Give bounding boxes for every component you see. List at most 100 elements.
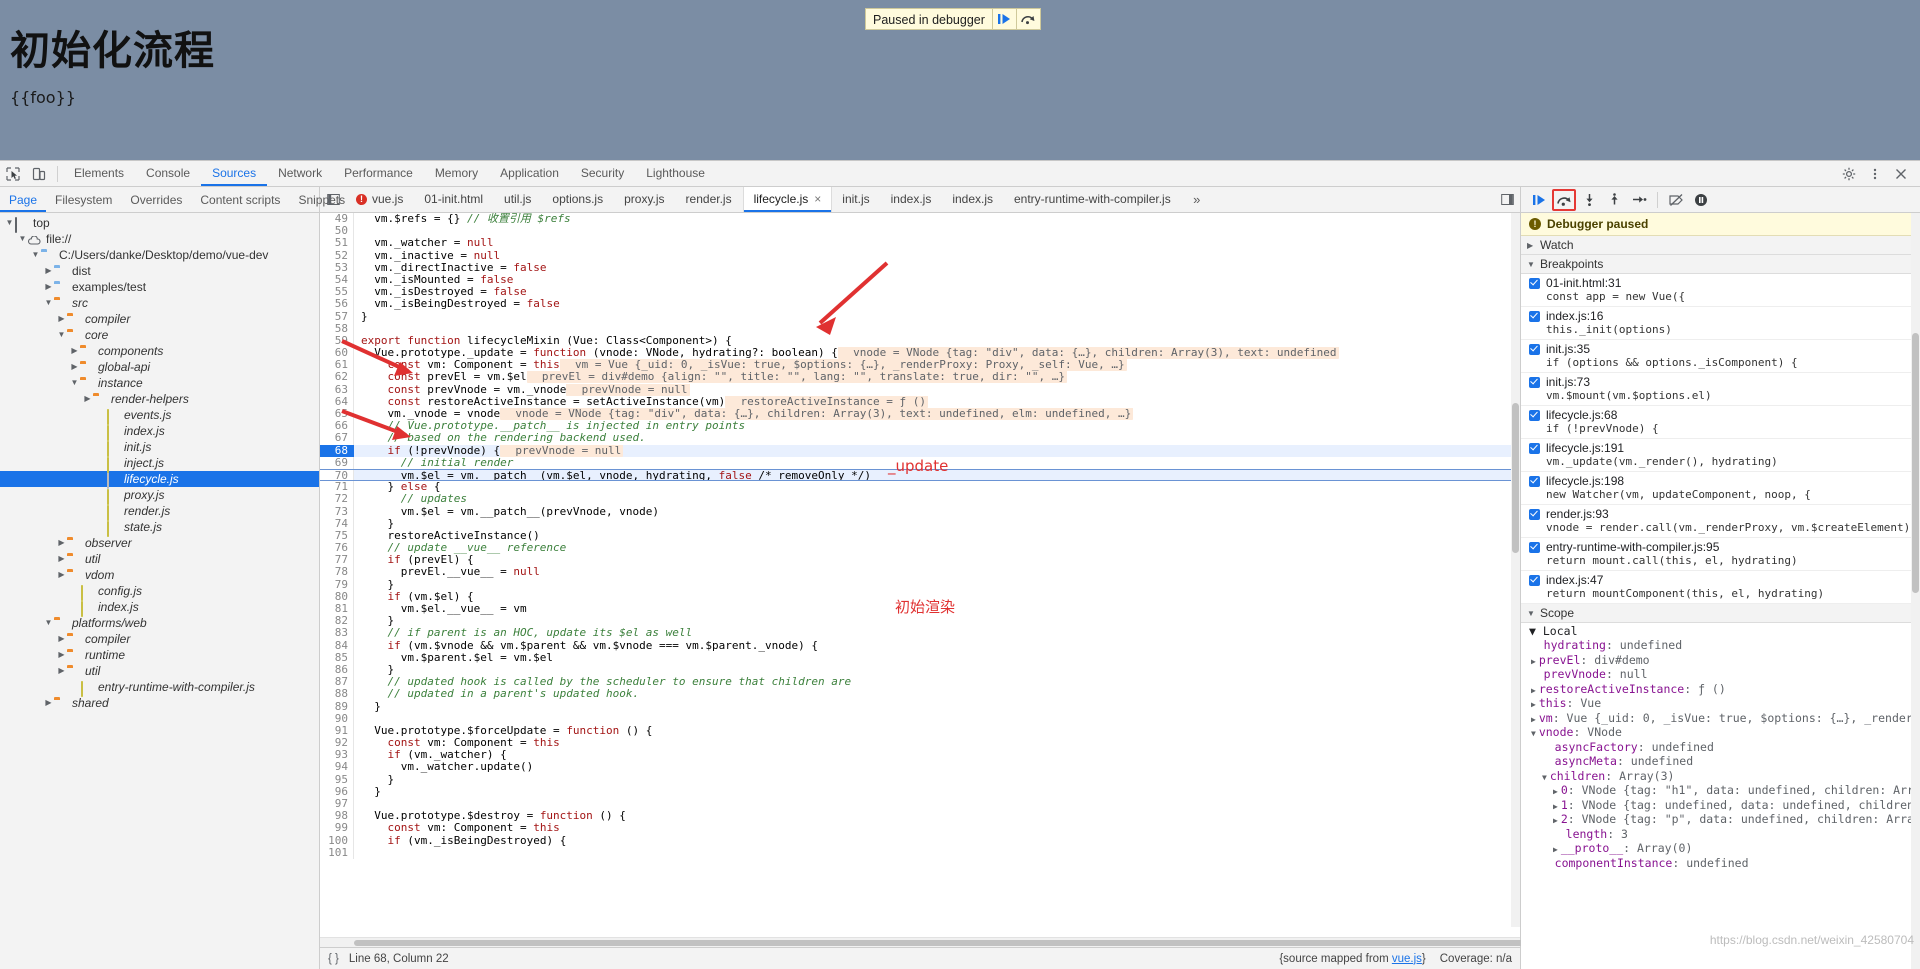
line-number[interactable]: 95 [320,773,354,786]
code-line[interactable]: 84 if (vm.$vnode && vm.$parent && vm.$vn… [320,639,1520,652]
tree-item-shared[interactable]: ▶ shared [0,695,319,711]
breakpoint-checkbox[interactable] [1529,475,1540,487]
tree-item-events-js[interactable]: events.js [0,407,319,425]
code-line[interactable]: 96 } [320,785,1520,798]
tab-security[interactable]: Security [570,161,635,186]
editor-tab-01-init-html[interactable]: 01-init.html [414,187,494,212]
editor-tab-entry-runtime-with-compiler-js[interactable]: entry-runtime-with-compiler.js [1004,187,1182,212]
tab-network[interactable]: Network [267,161,333,186]
code-editor[interactable]: 49 vm.$refs = {} // 收置引用 $refs 50 51 vm._… [320,213,1520,937]
code-line[interactable]: 92 const vm: Component = this [320,736,1520,750]
nav-tab-page[interactable]: Page [0,188,46,212]
code-line[interactable]: 72 // updates [320,493,1520,506]
more-options-button[interactable] [1862,162,1888,186]
chevron-right-icon[interactable]: ▶ [56,567,67,583]
chevron-right-icon[interactable]: ▶ [1531,715,1536,724]
code-line[interactable]: 82 } [320,614,1520,628]
breakpoint-item[interactable]: entry-runtime-with-compiler.js:95 return … [1521,538,1920,571]
tab-memory[interactable]: Memory [424,161,489,186]
code-line[interactable]: 74 } [320,517,1520,530]
scope-row[interactable]: ▶ this: Vue [1521,697,1920,712]
tree-item-components[interactable]: ▶ components [0,343,319,359]
tab-elements[interactable]: Elements [63,161,135,186]
code-line[interactable]: 60 Vue.prototype._update = function (vno… [320,346,1520,360]
code-line[interactable]: 83 // if parent is an HOC, update its $e… [320,627,1520,640]
inspect-element-button[interactable] [0,162,26,186]
code-line[interactable]: 59 export function lifecycleMixin (Vue: C… [320,334,1520,348]
breakpoint-item[interactable]: lifecycle.js:191 vm._update(vm._render(),… [1521,439,1920,472]
tree-item-vdom[interactable]: ▶ vdom [0,567,319,583]
code-line[interactable]: 50 [320,224,1520,238]
code-line[interactable]: 77 if (prevEl) { [320,554,1520,567]
code-line[interactable]: 87 // updated hook is called by the sche… [320,675,1520,689]
chevron-down-icon[interactable]: ▼ [30,247,41,263]
line-number[interactable]: 89 [320,700,354,713]
step-into-button[interactable] [1577,189,1601,211]
scope-row[interactable]: ▶ 0: VNode {tag: "h1", data: undefined, c… [1521,784,1920,799]
chevron-right-icon[interactable]: ▶ [43,695,54,711]
scope-row[interactable]: asyncFactory: undefined [1521,741,1920,756]
breakpoint-checkbox[interactable] [1529,409,1540,421]
editor-tab-proxy-js[interactable]: proxy.js [614,187,675,212]
editor-tab-lifecycle-js[interactable]: lifecycle.js × [742,187,833,212]
code-line[interactable]: 68 if (!prevVnode) { prevVnode = null [320,444,1520,457]
tab-console[interactable]: Console [135,161,201,186]
pause-on-exceptions-button[interactable] [1689,189,1713,211]
tree-item-observer[interactable]: ▶ observer [0,535,319,551]
line-number[interactable]: 79 [320,578,354,591]
code-line[interactable]: 55 vm._isDestroyed = false [320,285,1520,299]
line-number[interactable]: 62 [320,371,354,384]
scope-row[interactable]: length: 3 [1521,828,1920,843]
code-line[interactable]: 98 Vue.prototype.$destroy = function () … [320,809,1520,823]
debugger-vertical-scrollbar[interactable] [1911,213,1920,969]
code-line[interactable]: 88 // updated in a parent's updated hook… [320,688,1520,701]
code-hscrollbar-thumb[interactable] [354,940,1534,946]
step-over-button[interactable] [1552,188,1576,211]
code-line[interactable]: 100 if (vm._isBeingDestroyed) { [320,834,1520,847]
chevron-right-icon[interactable]: ▶ [43,279,54,295]
scope-section-header[interactable]: ▼ Scope [1521,604,1920,623]
line-number[interactable]: 72 [320,493,354,506]
breakpoint-item[interactable]: lifecycle.js:198 new Watcher(vm, updateCo… [1521,472,1920,505]
tree-item-file-[interactable]: ▼ file:// [0,231,319,247]
chevron-right-icon[interactable]: ▶ [56,311,67,327]
tree-item-dist[interactable]: ▶ dist [0,263,319,279]
code-line[interactable]: 95 } [320,773,1520,786]
code-line[interactable]: 63 const prevVnode = vm._vnode prevVnode… [320,383,1520,396]
code-line[interactable]: 65 vm._vnode = vnode vnode = VNode {tag:… [320,407,1520,421]
code-line[interactable]: 75 restoreActiveInstance() [320,529,1520,543]
editor-tab-init-js[interactable]: init.js [832,187,880,212]
breakpoint-checkbox[interactable] [1529,376,1540,388]
code-line[interactable]: 51 vm._watcher = null [320,237,1520,250]
breakpoint-item[interactable]: init.js:73 vm.$mount(vm.$options.el) [1521,373,1920,406]
close-devtools-button[interactable] [1888,162,1914,186]
code-line[interactable]: 57} [320,310,1520,323]
breakpoint-item[interactable]: init.js:35 if (options && options._isComp… [1521,340,1920,373]
breakpoint-checkbox[interactable] [1529,442,1540,454]
chevron-right-icon[interactable]: ▶ [56,551,67,567]
breakpoint-item[interactable]: 01-init.html:31 const app = new Vue({ [1521,274,1920,307]
line-number[interactable]: 73 [320,505,354,518]
tree-item-global-api[interactable]: ▶ global-api [0,359,319,375]
code-scrollbar-thumb[interactable] [1512,403,1519,553]
source-map-link[interactable]: vue.js [1392,953,1422,965]
line-number[interactable]: 52 [320,249,354,262]
scope-row[interactable]: ▶ restoreActiveInstance: ƒ () [1521,683,1920,698]
breakpoint-item[interactable]: render.js:93 vnode = render.call(vm._rend… [1521,505,1920,538]
chevron-right-icon[interactable]: ▶ [1553,787,1558,796]
chevron-down-icon[interactable]: ▼ [17,231,28,247]
breakpoints-section-header[interactable]: ▼ Breakpoints [1521,255,1920,274]
tree-item-entry-runtime-with-compiler-js[interactable]: entry-runtime-with-compiler.js [0,679,319,697]
line-number[interactable]: 99 [320,822,354,835]
scope-local-header[interactable]: ▼ Local [1521,623,1920,639]
code-line[interactable]: 71 } else { [320,480,1520,494]
tree-item-proxy-js[interactable]: proxy.js [0,487,319,505]
tree-item-examples-test[interactable]: ▶ examples/test [0,279,319,295]
chevron-right-icon[interactable]: ▶ [69,359,80,375]
show-navigator-button[interactable] [320,188,346,212]
code-line[interactable]: 61 const vm: Component = this vm = Vue {… [320,359,1520,372]
code-vertical-scrollbar[interactable] [1511,213,1520,927]
scope-row[interactable]: prevVnode: null [1521,668,1920,683]
line-number[interactable]: 78 [320,566,354,579]
chevron-right-icon[interactable]: ▶ [56,647,67,663]
